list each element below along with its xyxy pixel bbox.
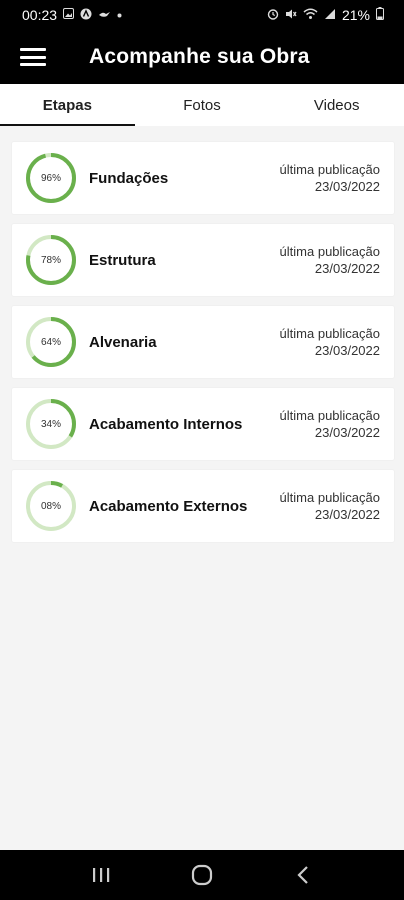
system-nav-bar [0,850,404,900]
alarm-icon [267,8,279,23]
stage-name: Estrutura [89,251,156,269]
stage-card[interactable]: 78% Estrutura última publicação 23/03/20… [12,224,394,296]
stage-card[interactable]: 08% Acabamento Externos última publicaçã… [12,470,394,542]
tab-label: Etapas [42,96,92,114]
stage-name: Acabamento Externos [89,497,248,515]
tab-fotos[interactable]: Fotos [135,84,270,126]
progress-percent: 96% [40,172,61,184]
stage-meta: última publicação 23/03/2022 [280,407,380,441]
last-publication-label: última publicação [279,408,380,423]
battery-percent: 21% [341,7,370,23]
bird-icon [98,9,111,22]
stage-name: Alvenaria [89,333,157,351]
gallery-icon [63,8,75,22]
progress-percent: 78% [40,254,61,266]
battery-icon [376,7,384,23]
last-publication-date: 23/03/2022 [314,343,380,358]
status-bar-right: 21% [267,7,384,23]
tab-label: Fotos [183,96,221,114]
progress-percent: 64% [40,336,61,348]
last-publication-date: 23/03/2022 [314,261,380,276]
stage-meta: última publicação 23/03/2022 [280,489,380,523]
stage-meta: última publicação 23/03/2022 [280,325,380,359]
progress-percent: 34% [40,418,61,430]
status-bar-left: 00:23 [22,7,122,23]
status-bar: 00:23 21% [0,0,404,30]
last-publication-label: última publicação [279,162,380,177]
app-bar: Acompanhe sua Obra [0,30,404,84]
last-publication-date: 23/03/2022 [314,179,380,194]
tab-videos[interactable]: Videos [269,84,404,126]
last-publication-label: última publicação [279,244,380,259]
stage-meta: última publicação 23/03/2022 [280,161,380,195]
hamburger-menu-icon[interactable] [20,48,46,66]
last-publication-date: 23/03/2022 [314,507,380,522]
home-icon[interactable] [182,855,222,895]
stage-card[interactable]: 96% Fundações última publicação 23/03/20… [12,142,394,214]
page-title: Acompanhe sua Obra [89,45,310,68]
dot-icon [117,10,122,21]
tab-label: Videos [313,96,360,114]
last-publication-label: última publicação [279,326,380,341]
stage-name: Acabamento Internos [89,415,243,433]
stage-list: 96% Fundações última publicação 23/03/20… [12,142,394,552]
stage-card[interactable]: 64% Alvenaria última publicação 23/03/20… [12,306,394,378]
a-circle-icon [80,8,92,23]
stage-card[interactable]: 34% Acabamento Internos última publicaçã… [12,388,394,460]
mute-icon [285,8,297,23]
stage-meta: última publicação 23/03/2022 [280,243,380,277]
progress-percent: 08% [40,500,61,512]
back-icon[interactable] [283,855,323,895]
signal-icon [324,8,336,23]
recent-apps-icon[interactable] [81,855,121,895]
stage-name: Fundações [89,169,169,187]
wifi-icon [303,8,318,23]
tab-bar: Etapas Fotos Videos [0,84,404,126]
last-publication-label: última publicação [279,490,380,505]
last-publication-date: 23/03/2022 [314,425,380,440]
tab-etapas[interactable]: Etapas [0,84,135,126]
status-time: 00:23 [22,7,58,23]
